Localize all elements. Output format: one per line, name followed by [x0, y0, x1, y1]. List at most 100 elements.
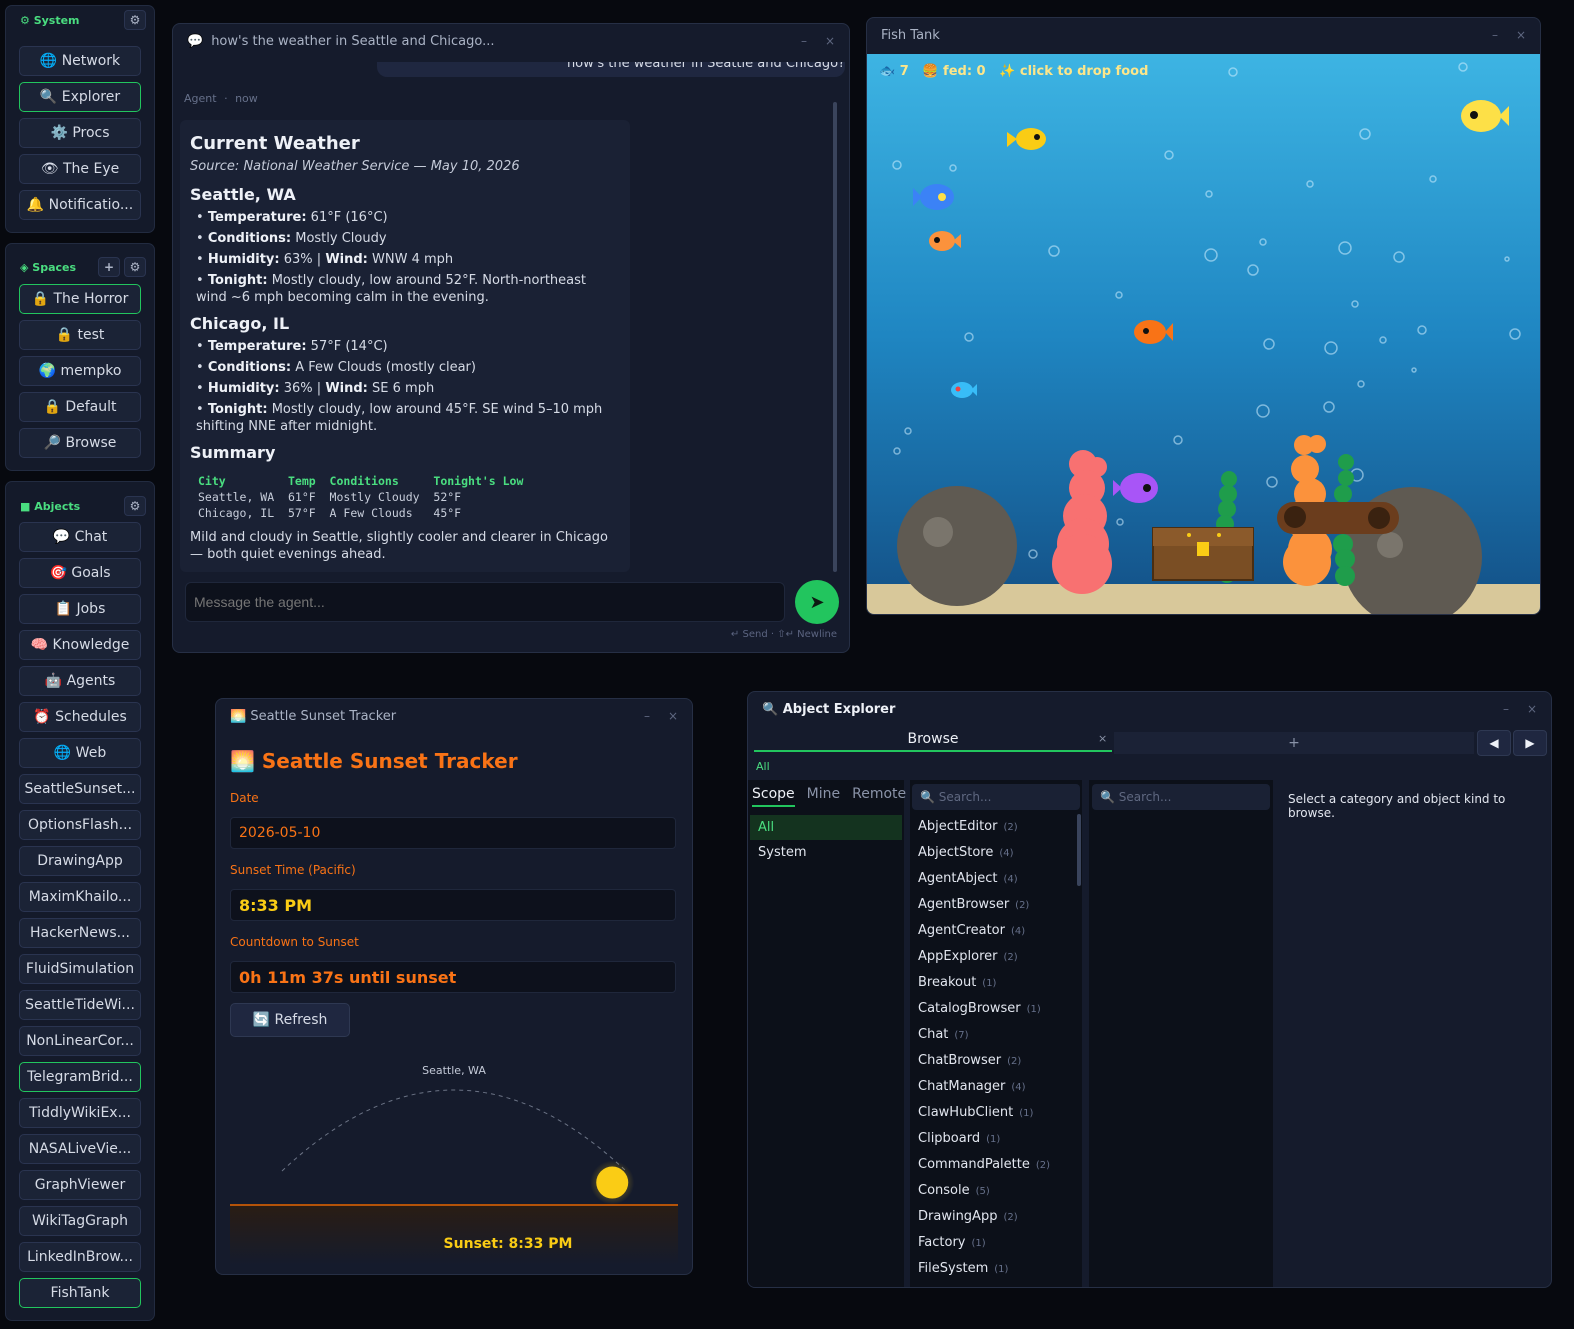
close-icon[interactable]: ×	[1516, 28, 1526, 42]
sidebar-item-abject[interactable]: SeattleTideWi...	[19, 990, 141, 1020]
tab-remote[interactable]: Remote	[852, 786, 906, 807]
sidebar-item-abject[interactable]: WikiTagGraph	[19, 1206, 141, 1236]
sidebar-item-abject[interactable]: HackerNews...	[19, 918, 141, 948]
send-button[interactable]: ➤	[795, 580, 839, 624]
sidebar-item-abject[interactable]: 💬 Chat	[19, 522, 141, 552]
sidebar-item-abject[interactable]: DrawingApp	[19, 846, 141, 876]
list-item[interactable]: Breakout (1)	[918, 975, 996, 990]
sidebar-item-explorer[interactable]: 🔍 Explorer	[19, 82, 141, 112]
object-kind-name: CommandPalette	[918, 1157, 1030, 1172]
list-item[interactable]: AgentCreator (4)	[918, 923, 1025, 938]
date-field[interactable]: 2026-05-10	[230, 817, 676, 849]
summary-table: City Temp Conditions Tonight's Low Seattl…	[198, 473, 620, 521]
object-kind-count: (1)	[971, 1238, 986, 1249]
chicago-list: • Temperature: 57°F (14°C) • Conditions:…	[190, 338, 620, 435]
sidebar-item-abject[interactable]: GraphViewer	[19, 1170, 141, 1200]
sidebar-item-abject[interactable]: NonLinearCor...	[19, 1026, 141, 1056]
tab-browse[interactable]: Browse	[754, 728, 1112, 752]
kind-scrollbar[interactable]	[1077, 814, 1081, 886]
sidebar-item-abject[interactable]: 📋 Jobs	[19, 594, 141, 624]
forward-button[interactable]: ▶	[1513, 730, 1547, 756]
sidebar-item-abject[interactable]: TiddlyWikiEx...	[19, 1098, 141, 1128]
treasure-chest	[1152, 527, 1254, 581]
kind-search-input[interactable]: 🔍 Search...	[912, 784, 1080, 810]
close-tab-icon[interactable]: ×	[1098, 732, 1107, 745]
list-item[interactable]: AbjectStore (4)	[918, 845, 1014, 860]
sidebar-item-abject[interactable]: 🧠 Knowledge	[19, 630, 141, 660]
sidebar-item-the-eye[interactable]: 👁 The Eye	[19, 154, 141, 184]
list-item[interactable]: CommandPalette (2)	[918, 1157, 1050, 1172]
list-item: • Temperature: 57°F (14°C)	[196, 339, 388, 354]
close-icon[interactable]: ×	[1527, 702, 1537, 716]
back-button[interactable]: ◀	[1477, 730, 1511, 756]
space-item-browse[interactable]: 🔎 Browse	[19, 428, 141, 458]
explorer-titlebar[interactable]: 🔍 Abject Explorer – ×	[748, 692, 1551, 726]
minimize-icon[interactable]: –	[644, 709, 650, 723]
list-item[interactable]: FileSystem (1)	[918, 1261, 1008, 1276]
chat-window: 💬 how's the weather in Seattle and Chica…	[172, 23, 850, 653]
sunset-titlebar[interactable]: 🌅 Seattle Sunset Tracker – ×	[216, 699, 692, 733]
list-item[interactable]: AbjectEditor (2)	[918, 819, 1018, 834]
instance-search-input[interactable]: 🔍 Search...	[1092, 784, 1270, 810]
object-kind-name: DrawingApp	[918, 1209, 998, 1224]
scope-tabs: Scope Mine Remote	[752, 786, 906, 807]
gear-icon[interactable]: ⚙	[124, 496, 146, 516]
countdown-label: Countdown to Sunset	[230, 935, 359, 949]
list-item[interactable]: AppExplorer (2)	[918, 949, 1018, 964]
list-item[interactable]: Clipboard (1)	[918, 1131, 1000, 1146]
sidebar-item-abject[interactable]: MaximKhailo...	[19, 882, 141, 912]
list-item[interactable]: DrawingApp (2)	[918, 1209, 1018, 1224]
sidebar-item-network[interactable]: 🌐 Network	[19, 46, 141, 76]
gear-icon[interactable]: ⚙	[124, 257, 146, 277]
sidebar-item-abject[interactable]: ⏰ Schedules	[19, 702, 141, 732]
close-icon[interactable]: ×	[825, 34, 835, 48]
chat-scrollbar[interactable]	[833, 102, 837, 572]
sidebar-item-abject[interactable]: 🤖 Agents	[19, 666, 141, 696]
sidebar-item-abject[interactable]: 🎯 Goals	[19, 558, 141, 588]
refresh-button[interactable]: 🔄 Refresh	[230, 1003, 350, 1037]
close-icon[interactable]: ×	[668, 709, 678, 723]
chat-window-titlebar[interactable]: 💬 how's the weather in Seattle and Chica…	[173, 24, 849, 58]
space-item-mempko[interactable]: 🌍 mempko	[19, 356, 141, 386]
sidebar-item-abject[interactable]: LinkedInBrow...	[19, 1242, 141, 1272]
chat-messages[interactable]: how's the weather in Seattle and Chicago…	[173, 62, 849, 592]
object-kind-count: (1)	[1026, 1004, 1041, 1015]
message-input[interactable]	[185, 582, 785, 622]
list-item[interactable]: AgentBrowser (2)	[918, 897, 1029, 912]
list-item[interactable]: AgentAbject (4)	[918, 871, 1018, 886]
list-item[interactable]: CatalogBrowser (1)	[918, 1001, 1041, 1016]
list-item[interactable]: Factory (1)	[918, 1235, 986, 1250]
space-item-test[interactable]: 🔒 test	[19, 320, 141, 350]
add-space-button[interactable]: +	[98, 257, 120, 277]
sidebar-item-procs[interactable]: ⚙️ Procs	[19, 118, 141, 148]
aquarium-scene	[867, 54, 1540, 614]
sidebar-item-abject[interactable]: TelegramBrid...	[19, 1062, 141, 1092]
minimize-icon[interactable]: –	[801, 34, 807, 48]
list-item[interactable]: ChatManager (4)	[918, 1079, 1026, 1094]
minimize-icon[interactable]: –	[1503, 702, 1509, 716]
list-item[interactable]: Chat (7)	[918, 1027, 969, 1042]
gear-icon[interactable]: ⚙	[124, 10, 146, 30]
minimize-icon[interactable]: –	[1492, 28, 1498, 42]
scope-item-system[interactable]: System	[758, 845, 806, 860]
user-message: how's the weather in Seattle and Chicago…	[376, 62, 845, 77]
filter-all[interactable]: All	[756, 760, 770, 773]
space-item-the-horror[interactable]: 🔒 The Horror	[19, 284, 141, 314]
sidebar-item-abject[interactable]: FluidSimulation	[19, 954, 141, 984]
scope-item-all[interactable]: All	[750, 815, 902, 840]
fishtank-titlebar[interactable]: Fish Tank – ×	[867, 18, 1540, 52]
tab-mine[interactable]: Mine	[807, 786, 840, 807]
fishtank-canvas[interactable]: 🐟 7 🍔 fed: 0 ✨ click to drop food	[867, 54, 1540, 614]
list-item[interactable]: Console (5)	[918, 1183, 990, 1198]
sidebar-item-abject[interactable]: 🌐 Web	[19, 738, 141, 768]
sidebar-item-abject[interactable]: NASALiveVie...	[19, 1134, 141, 1164]
list-item[interactable]: ChatBrowser (2)	[918, 1053, 1021, 1068]
space-item-default[interactable]: 🔒 Default	[19, 392, 141, 422]
sidebar-item-abject[interactable]: OptionsFlash...	[19, 810, 141, 840]
sidebar-item-notifications[interactable]: 🔔 Notificatio...	[19, 190, 141, 220]
new-tab-button[interactable]: +	[1114, 732, 1474, 754]
tab-scope[interactable]: Scope	[752, 786, 795, 807]
list-item[interactable]: ClawHubClient (1)	[918, 1105, 1033, 1120]
sidebar-item-abject[interactable]: SeattleSunset...	[19, 774, 141, 804]
sidebar-item-abject[interactable]: FishTank	[19, 1278, 141, 1308]
